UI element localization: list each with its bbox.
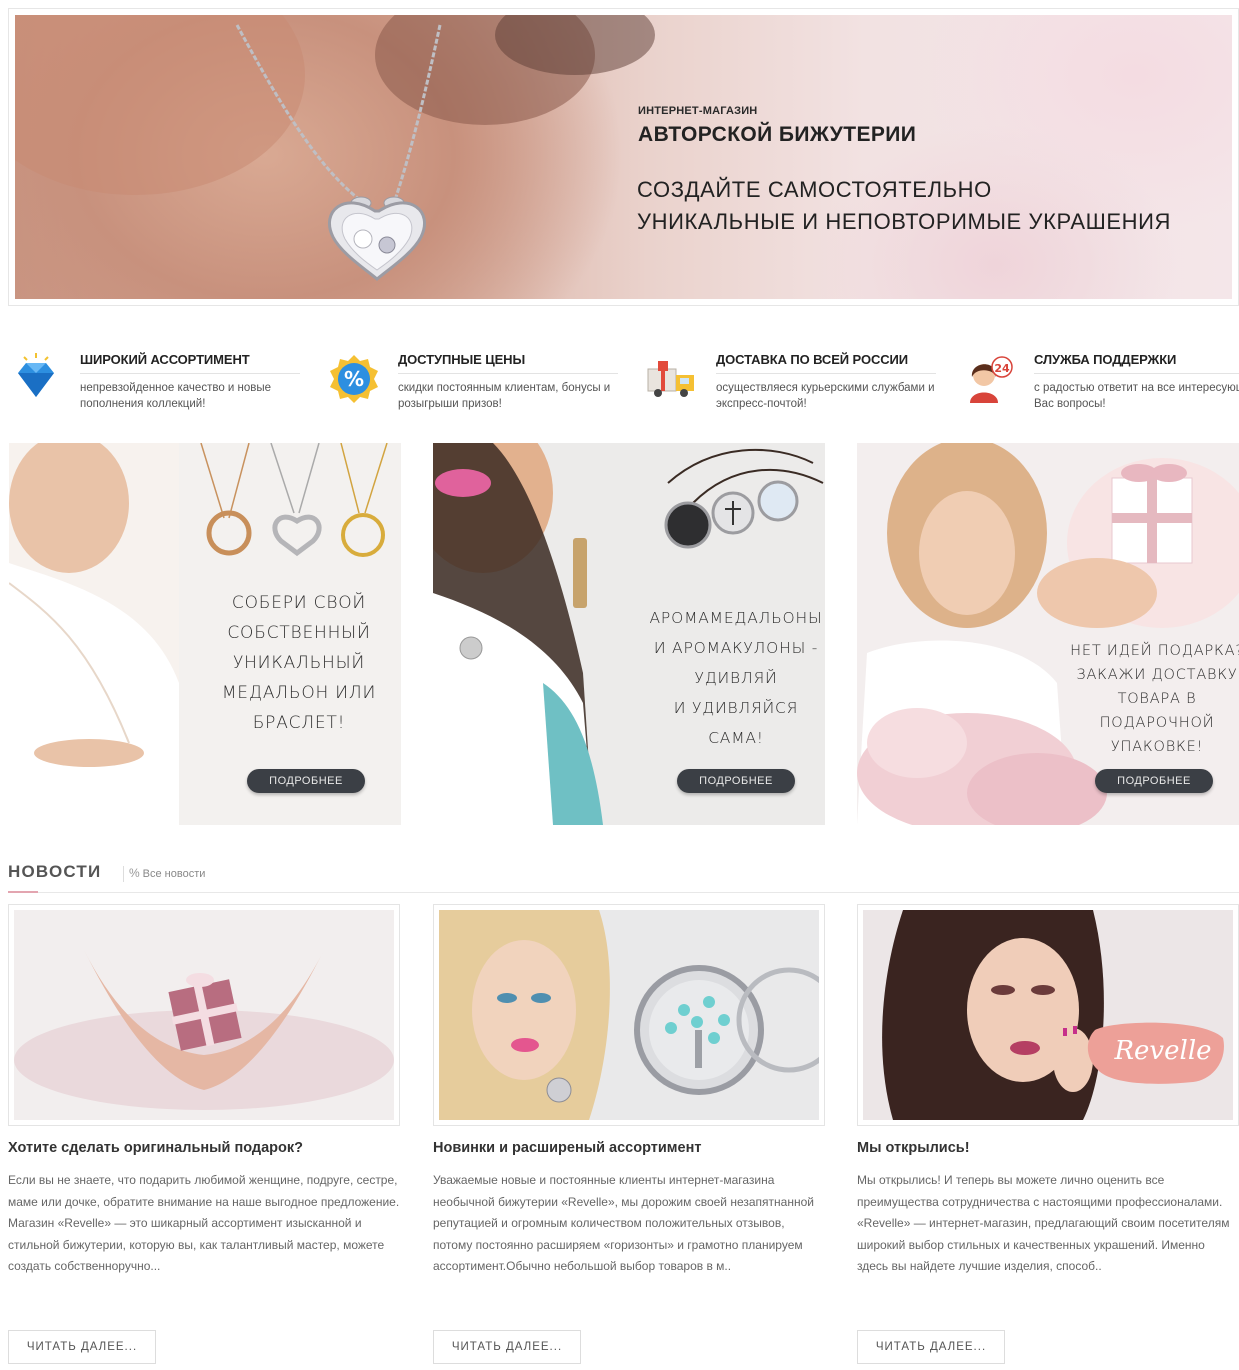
- divider: [716, 373, 936, 374]
- news-card-text: Если вы не знаете, что подарить любимой …: [8, 1173, 400, 1273]
- news-image[interactable]: [433, 904, 825, 1126]
- divider: [80, 373, 300, 374]
- necklace-illustration: [15, 15, 655, 281]
- news-image[interactable]: [8, 904, 400, 1126]
- feature-text: осуществляеся курьерскими службами и экс…: [716, 382, 935, 410]
- hero-title: АВТОРСКОЙ БИЖУТЕРИИ: [638, 123, 917, 146]
- promo-line: И УДИВЛЯЙСЯ САМА!: [673, 699, 799, 747]
- feature-assortment: ШИРОКИЙ АССОРТИМЕНТ непревзойденное каче…: [8, 345, 308, 415]
- promo-line: СОБСТВЕННЫЙ: [227, 623, 371, 643]
- promo-line: УПАКОВКЕ!: [1110, 739, 1204, 755]
- promo-image: [857, 443, 1239, 825]
- feature-text: с радостью ответит на все интересующие В…: [1034, 382, 1239, 410]
- details-button[interactable]: ПОДРОБНЕЕ: [677, 769, 795, 793]
- accent-underline: [8, 891, 38, 893]
- details-button[interactable]: ПОДРОБНЕЕ: [247, 769, 365, 793]
- hero-slogan-line2: УНИКАЛЬНЫЕ И НЕПОВТОРИМЫЕ УКРАШЕНИЯ: [637, 209, 1172, 234]
- gift-hands-illustration: [14, 910, 394, 1120]
- link-icon: %: [129, 866, 140, 880]
- promo-line: УНИКАЛЬНЫЙ: [232, 653, 366, 673]
- promo-text: АРОМАМЕДАЛЬОНЫ И АРОМАКУЛОНЫ - УДИВЛЯЙ И…: [648, 603, 824, 753]
- divider: [123, 866, 124, 882]
- promo-text: НЕТ ИДЕЙ ПОДАРКА? ЗАКАЖИ ДОСТАВКУ ТОВАРА…: [1062, 639, 1239, 759]
- promo-line: НЕТ ИДЕЙ ПОДАРКА?: [1070, 643, 1239, 659]
- diamond-icon: [18, 353, 54, 397]
- promo-line: СОБЕРИ СВОЙ: [231, 593, 367, 613]
- read-more-button[interactable]: ЧИТАТЬ ДАЛЕЕ...: [8, 1330, 156, 1364]
- feature-delivery: ДОСТАВКА ПО ВСЕЙ РОССИИ осуществляеся ку…: [644, 345, 944, 415]
- hero-caption: ИНТЕРНЕТ-МАГАЗИН: [638, 105, 758, 117]
- promo-banner-aroma[interactable]: АРОМАМЕДАЛЬОНЫ И АРОМАКУЛОНЫ - УДИВЛЯЙ И…: [433, 443, 825, 825]
- hero-banner[interactable]: ИНТЕРНЕТ-МАГАЗИН АВТОРСКОЙ БИЖУТЕРИИ СОЗ…: [8, 8, 1239, 306]
- feature-text: непревзойденное качество и новые пополне…: [80, 382, 272, 410]
- news-section-title: НОВОСТИ: [8, 862, 102, 881]
- svg-text:%: %: [344, 367, 364, 391]
- promo-text: СОБЕРИ СВОЙ СОБСТВЕННЫЙ УНИКАЛЬНЫЙ МЕДАЛ…: [199, 588, 399, 738]
- news-card: Новинки и расширеный ассортимент Уважаем…: [433, 904, 825, 1364]
- promo-line: ЗАКАЖИ ДОСТАВКУ: [1076, 667, 1238, 683]
- news-card-text: Мы открылись! И теперь вы можете лично о…: [857, 1173, 1230, 1273]
- revelle-logo: Revelle: [1114, 1036, 1212, 1066]
- promo-line: БРАСЛЕТ!: [252, 713, 346, 733]
- news-card: Хотите сделать оригинальный подарок? Есл…: [8, 904, 400, 1364]
- divider: [398, 373, 618, 374]
- details-button[interactable]: ПОДРОБНЕЕ: [1095, 769, 1213, 793]
- promo-line: ПОДАРОЧНОЙ: [1099, 715, 1215, 731]
- read-more-button[interactable]: ЧИТАТЬ ДАЛЕЕ...: [857, 1330, 1005, 1364]
- promo-banner-medallion[interactable]: СОБЕРИ СВОЙ СОБСТВЕННЫЙ УНИКАЛЬНЫЙ МЕДАЛ…: [9, 443, 401, 825]
- feature-prices: % ДОСТУПНЫЕ ЦЕНЫ скидки постоянным клиен…: [326, 345, 626, 415]
- promo-line: МЕДАЛЬОН ИЛИ: [221, 683, 377, 703]
- feature-title: ШИРОКИЙ АССОРТИМЕНТ: [80, 352, 250, 367]
- feature-support: 24 СЛУЖБА ПОДДЕРЖКИ с радостью ответит н…: [962, 345, 1239, 415]
- feature-title: ДОСТУПНЫЕ ЦЕНЫ: [398, 352, 526, 367]
- revelle-model-illustration: [863, 910, 1233, 1120]
- pendant-model-illustration: [439, 910, 819, 1120]
- hero-slogan-line1: СОЗДАЙТЕ САМОСТОЯТЕЛЬНО: [637, 177, 992, 202]
- promo-line: УДИВЛЯЙ: [694, 669, 778, 687]
- promo-banner-gift[interactable]: НЕТ ИДЕЙ ПОДАРКА? ЗАКАЖИ ДОСТАВКУ ТОВАРА…: [857, 443, 1239, 825]
- all-news-link[interactable]: % Все новости: [129, 866, 205, 880]
- svg-text:24: 24: [994, 362, 1010, 375]
- feature-title: СЛУЖБА ПОДДЕРЖКИ: [1034, 352, 1177, 367]
- feature-title: ДОСТАВКА ПО ВСЕЙ РОССИИ: [716, 352, 909, 367]
- promo-line: АРОМАМЕДАЛЬОНЫ: [649, 609, 823, 627]
- promo-line: ТОВАРА В: [1117, 691, 1197, 707]
- news-card-title[interactable]: Хотите сделать оригинальный подарок?: [8, 1140, 303, 1156]
- hero-image: ИНТЕРНЕТ-МАГАЗИН АВТОРСКОЙ БИЖУТЕРИИ СОЗ…: [15, 15, 1232, 299]
- delivery-truck-icon: [647, 361, 694, 397]
- feature-text: скидки постоянным клиентам, бонусы и роз…: [398, 382, 611, 410]
- promo-line: И АРОМАКУЛОНЫ -: [653, 639, 819, 657]
- percent-badge-icon: %: [330, 355, 378, 403]
- news-card-title[interactable]: Мы открылись!: [857, 1140, 970, 1156]
- features-row: ШИРОКИЙ АССОРТИМЕНТ непревзойденное каче…: [8, 345, 1239, 415]
- news-image[interactable]: Revelle: [857, 904, 1239, 1126]
- all-news-label: Все новости: [142, 868, 206, 880]
- news-card-title[interactable]: Новинки и расширеный ассортимент: [433, 1140, 701, 1156]
- news-card: Revelle Мы открылись! Мы открылись! И те…: [857, 904, 1239, 1364]
- read-more-button[interactable]: ЧИТАТЬ ДАЛЕЕ...: [433, 1330, 581, 1364]
- news-header: НОВОСТИ % Все новости: [8, 860, 1239, 896]
- divider: [8, 892, 1239, 893]
- support-24-icon: 24: [970, 356, 1013, 403]
- news-card-text: Уважаемые новые и постоянные клиенты инт…: [433, 1173, 814, 1273]
- divider: [1034, 373, 1239, 374]
